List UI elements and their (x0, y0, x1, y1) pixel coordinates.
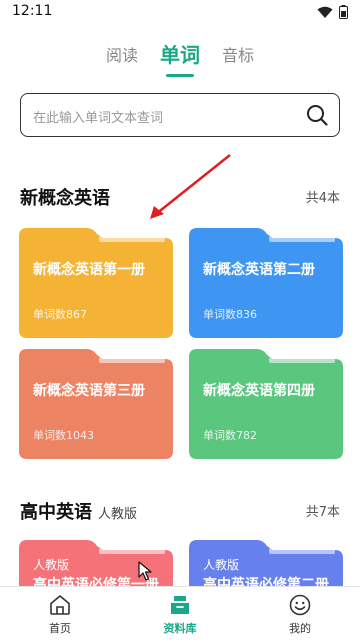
search-icon[interactable] (305, 103, 329, 127)
battery-icon (339, 5, 348, 19)
wifi-icon (317, 6, 333, 18)
book-card-nce-1[interactable]: 新概念英语第一册 单词数867 (19, 228, 173, 338)
smile-icon (289, 594, 311, 616)
nav-library-label: 资料库 (163, 622, 197, 635)
book-word-count: 单词数836 (203, 308, 257, 321)
search-input[interactable]: 在此输入单词文本查词 (20, 93, 340, 137)
book-word-count: 单词数782 (203, 429, 257, 442)
search-placeholder: 在此输入单词文本查词 (33, 111, 164, 126)
section-header-new-concept: 新概念英语 共4本 (20, 184, 340, 212)
tab-reading[interactable]: 阅读 (106, 42, 138, 76)
nav-library[interactable]: 资料库 (120, 587, 240, 642)
book-word-count: 单词数1043 (33, 429, 94, 442)
tab-words[interactable]: 单词 (160, 39, 200, 77)
book-title: 新概念英语第一册 (33, 262, 145, 278)
status-icons (317, 5, 348, 19)
section-header-high-school: 高中英语 人教版 共7本 (20, 498, 340, 526)
nav-profile[interactable]: 我的 (240, 587, 360, 642)
book-card-nce-4[interactable]: 新概念英语第四册 单词数782 (189, 349, 343, 459)
section-title: 高中英语 人教版 (20, 498, 137, 524)
book-edition: 人教版 (33, 558, 70, 572)
book-card-nce-3[interactable]: 新概念英语第三册 单词数1043 (19, 349, 173, 459)
nav-home[interactable]: 首页 (0, 587, 120, 642)
screen: 12:11 阅读 单词 音标 在此输入单词文本查词 新概念英语 共4本 新概念英… (0, 0, 360, 642)
book-card-nce-2[interactable]: 新概念英语第二册 单词数836 (189, 228, 343, 338)
top-tabs: 阅读 单词 音标 (0, 39, 360, 77)
bottom-nav: 首页 资料库 我的 (0, 586, 360, 642)
section-count[interactable]: 共4本 (306, 187, 340, 206)
book-title: 新概念英语第四册 (203, 383, 315, 399)
section-subtitle: 人教版 (98, 507, 138, 522)
nav-home-label: 首页 (49, 622, 71, 635)
status-time: 12:11 (12, 3, 53, 19)
section-count[interactable]: 共7本 (306, 501, 340, 520)
status-bar: 12:11 (0, 0, 360, 24)
library-icon (171, 596, 189, 614)
tab-phonetics[interactable]: 音标 (222, 42, 254, 76)
book-word-count: 单词数867 (33, 308, 87, 321)
mouse-cursor-icon (138, 561, 152, 581)
home-icon (50, 595, 70, 615)
book-title: 新概念英语第二册 (203, 262, 315, 278)
section-title-text: 高中英语 (20, 502, 92, 523)
nav-profile-label: 我的 (289, 622, 311, 635)
book-title: 新概念英语第三册 (33, 383, 145, 399)
book-edition: 人教版 (203, 558, 240, 572)
section-title: 新概念英语 (20, 188, 110, 209)
